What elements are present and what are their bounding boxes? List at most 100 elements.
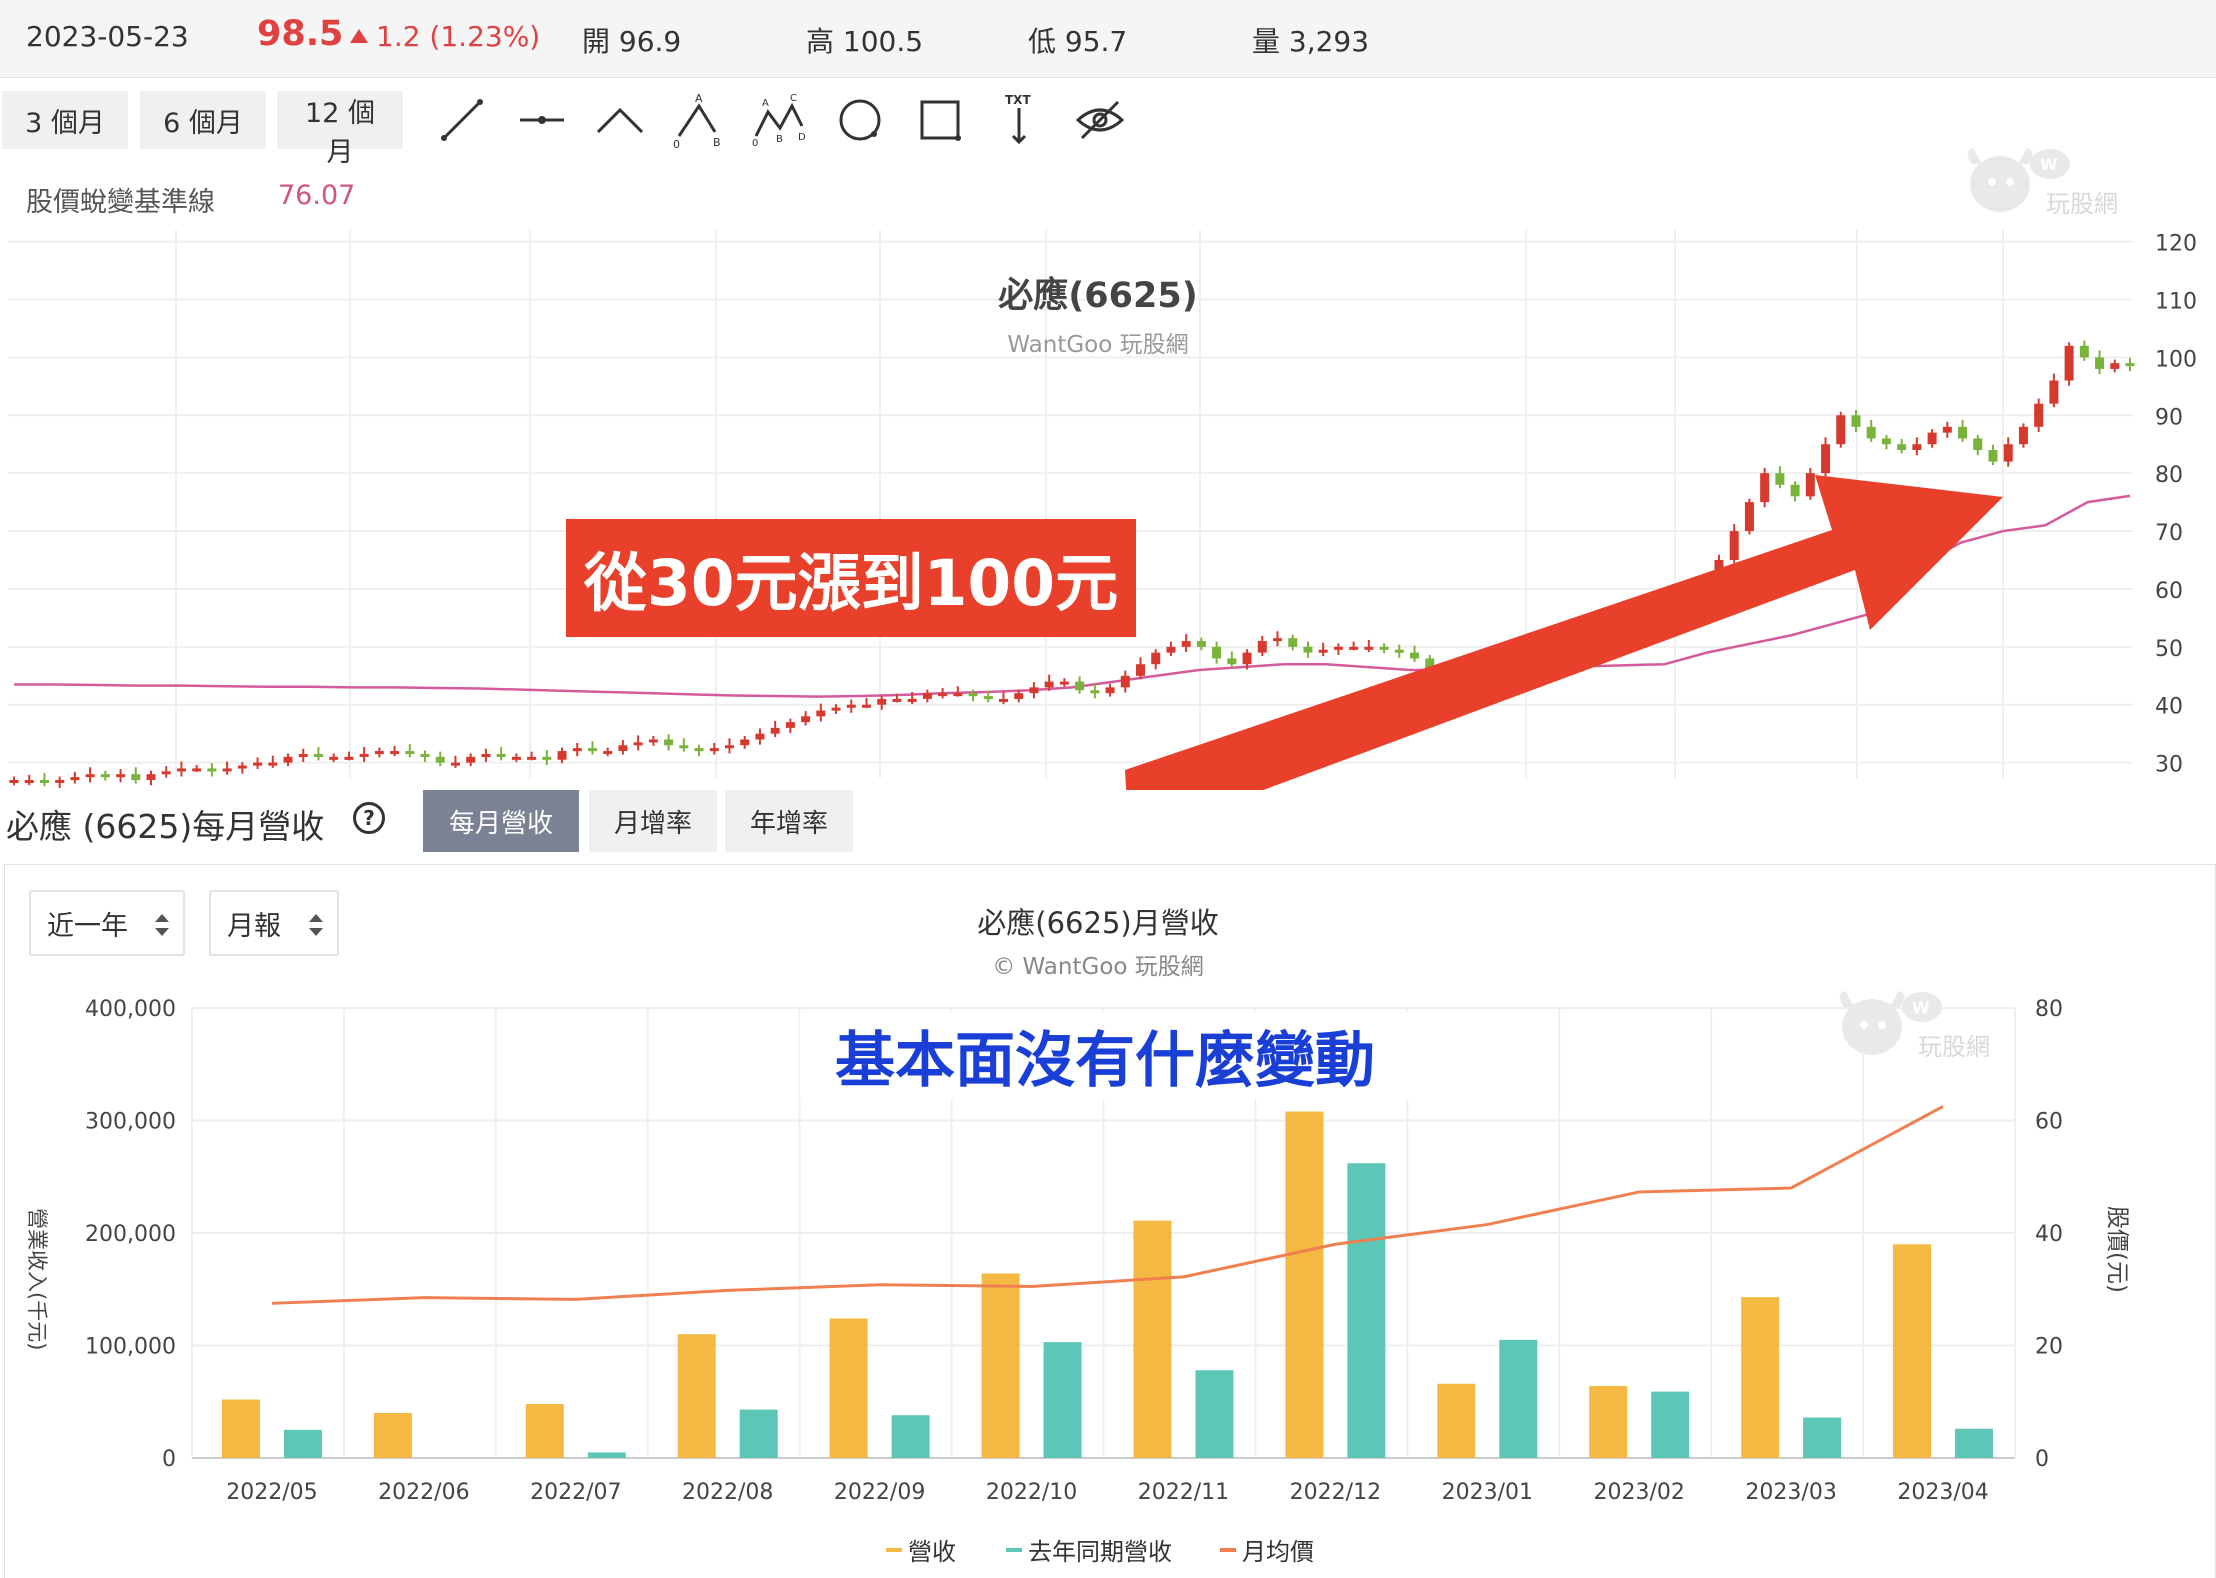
quote-date: 2023-05-23 bbox=[26, 20, 189, 53]
candle-body bbox=[740, 739, 750, 746]
candle-body bbox=[1821, 444, 1831, 474]
candle-body bbox=[557, 751, 567, 760]
candle-body bbox=[785, 722, 795, 728]
candle-body bbox=[1836, 415, 1846, 445]
candle-body bbox=[222, 768, 232, 772]
candle-body bbox=[1760, 473, 1770, 503]
candle-body bbox=[1212, 646, 1222, 659]
y-tick-label: 100 bbox=[2155, 347, 2197, 372]
candle-body bbox=[374, 751, 384, 755]
candle-body bbox=[938, 693, 948, 697]
candle-body bbox=[1866, 426, 1876, 439]
y-tick-label: 90 bbox=[2155, 405, 2183, 430]
candle-body bbox=[1303, 646, 1313, 653]
candle-body bbox=[1014, 693, 1024, 699]
rectangle-tool-icon[interactable] bbox=[912, 92, 968, 148]
quote-low: 低 95.7 bbox=[1028, 25, 1128, 58]
quote-open: 開 96.9 bbox=[582, 25, 682, 58]
candle-body bbox=[192, 768, 202, 772]
candle-body bbox=[496, 753, 506, 757]
candle-body bbox=[390, 751, 400, 755]
candle-body bbox=[1394, 649, 1404, 653]
candle-body bbox=[466, 756, 476, 763]
stock-chart: 30 40 50 60 70 80 90 100 110 120 必應(6625) WantGoo… bbox=[8, 230, 2197, 790]
candle-body bbox=[1120, 675, 1130, 688]
horizontal-line-tool-icon[interactable] bbox=[514, 92, 570, 148]
candle-body bbox=[1029, 687, 1039, 694]
candle-body bbox=[2049, 380, 2059, 404]
svg-text:W: W bbox=[2040, 155, 2058, 174]
quote-volume: 量 3,293 bbox=[1252, 25, 1370, 58]
candle-body bbox=[1744, 502, 1754, 532]
hide-eye-icon[interactable] bbox=[1072, 92, 1128, 148]
candle-body bbox=[2079, 345, 2089, 358]
candle-body bbox=[527, 756, 537, 760]
candle-body bbox=[603, 751, 613, 755]
range-6m-button[interactable]: 6 個月 bbox=[140, 91, 266, 149]
candle-body bbox=[572, 748, 582, 752]
candle-body bbox=[100, 774, 110, 778]
svg-text:A: A bbox=[695, 92, 703, 105]
candle-body bbox=[1273, 638, 1283, 642]
y-tick-label: 80 bbox=[2155, 463, 2183, 488]
range-12m-button[interactable]: 12 個月 bbox=[277, 91, 403, 168]
help-icon[interactable]: ? bbox=[353, 802, 385, 834]
tab-monthly-revenue[interactable]: 每月營收 bbox=[423, 790, 579, 852]
candle-body bbox=[664, 739, 674, 746]
candle-body bbox=[846, 704, 856, 708]
candle-body bbox=[1288, 638, 1298, 647]
wantgoo-logo: W 玩股網 bbox=[1960, 142, 2140, 226]
candle-body bbox=[481, 753, 491, 757]
y-tick-label: 60 bbox=[2155, 579, 2183, 604]
circle-tool-icon[interactable] bbox=[832, 92, 888, 148]
candle-body bbox=[1136, 664, 1146, 676]
candle-body bbox=[253, 762, 263, 766]
svg-text:A: A bbox=[762, 98, 769, 109]
candle-body bbox=[1257, 641, 1267, 653]
candle-body bbox=[313, 753, 323, 757]
candle-body bbox=[207, 768, 217, 772]
candle-body bbox=[983, 696, 993, 700]
svg-text:0: 0 bbox=[673, 138, 680, 148]
svg-text:D: D bbox=[798, 132, 806, 143]
candle-body bbox=[1379, 646, 1389, 650]
candle-body bbox=[1105, 687, 1115, 694]
candle-body bbox=[161, 771, 171, 775]
candle-body bbox=[1181, 641, 1191, 647]
period-select[interactable]: 近一年 bbox=[29, 890, 185, 956]
candle-body bbox=[1410, 652, 1420, 659]
candle-body bbox=[998, 698, 1008, 702]
candle-body bbox=[2003, 444, 2013, 462]
angle-tool-icon[interactable] bbox=[592, 92, 648, 148]
candle-body bbox=[1349, 646, 1359, 650]
text-tool-icon[interactable]: TXT bbox=[991, 92, 1047, 148]
candle-body bbox=[55, 780, 65, 783]
candle-body bbox=[329, 756, 339, 760]
y-tick-label: 120 bbox=[2155, 232, 2197, 257]
candle-body bbox=[1988, 450, 1998, 462]
candle-body bbox=[633, 742, 643, 746]
abcd-pattern-tool-icon[interactable]: A C B D 0 bbox=[750, 92, 806, 149]
baseline-value: 76.07 bbox=[278, 180, 356, 211]
candle-body bbox=[1881, 438, 1891, 445]
candle-body bbox=[831, 707, 841, 711]
candle-body bbox=[283, 756, 293, 763]
candle-body bbox=[116, 774, 126, 778]
line-tool-icon[interactable] bbox=[434, 92, 490, 148]
candle-body bbox=[709, 748, 719, 752]
candle-body bbox=[2125, 363, 2135, 367]
report-type-select[interactable]: 月報 bbox=[209, 890, 339, 956]
select-caret-icon bbox=[155, 914, 169, 936]
candle-body bbox=[511, 756, 521, 760]
trend-arrow bbox=[1125, 475, 2003, 790]
quote-price: 98.5 bbox=[257, 14, 344, 54]
candle-body bbox=[1227, 658, 1237, 665]
candle-body bbox=[1364, 646, 1374, 650]
abc-pattern-tool-icon[interactable]: A B 0 bbox=[671, 92, 727, 151]
candle-body bbox=[1333, 646, 1343, 650]
revenue-panel bbox=[4, 864, 2216, 1578]
tab-yoy[interactable]: 年增率 bbox=[725, 790, 853, 852]
candle-body bbox=[2110, 363, 2120, 369]
tab-mom[interactable]: 月增率 bbox=[589, 790, 717, 852]
range-3m-button[interactable]: 3 個月 bbox=[2, 91, 128, 149]
